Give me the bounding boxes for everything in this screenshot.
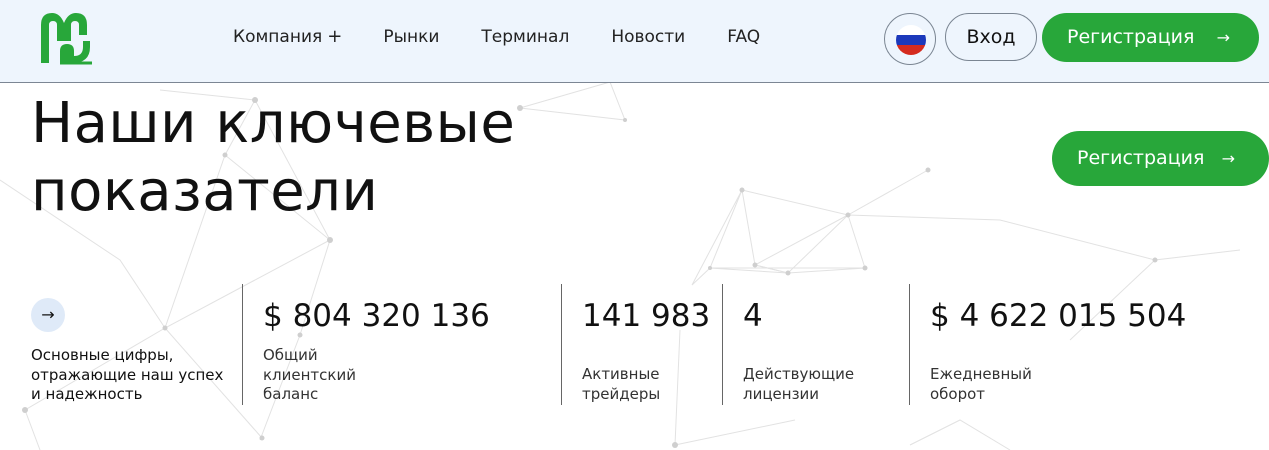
stat-label-client-balance: Общий клиентский баланс (263, 346, 356, 403)
arrow-right-icon: → (1221, 149, 1235, 168)
nav-item-company[interactable]: Компания + (233, 27, 342, 47)
stats-arrow-button[interactable]: → (31, 298, 65, 332)
header-register-label: Регистрация (1067, 26, 1195, 48)
stat-value-daily-turnover: $ 4 622 015 504 (930, 298, 1187, 334)
stat-label-licenses: Действующие лицензии (743, 365, 855, 403)
ru-flag-icon (896, 25, 926, 55)
page-title: Наши ключевые показатели (31, 90, 731, 226)
stat-divider (909, 284, 910, 405)
hero-register-button[interactable]: Регистрация → (1052, 131, 1269, 186)
nav-item-terminal[interactable]: Терминал (481, 27, 569, 47)
stat-label-daily-turnover: Ежедневный оборот (930, 365, 1032, 403)
language-switcher[interactable] (884, 13, 936, 65)
nav-item-faq[interactable]: FAQ (727, 27, 760, 47)
site-header: Компания + Рынки Терминал Новости FAQ Вхо… (0, 0, 1269, 83)
stat-value-active-traders: 141 983 (582, 298, 711, 334)
nav-item-markets[interactable]: Рынки (383, 27, 439, 47)
stat-divider (722, 284, 723, 405)
brand-logo[interactable] (38, 11, 94, 65)
nav-item-company-label: Компания (233, 27, 323, 47)
stat-divider (242, 284, 243, 405)
header-register-button[interactable]: Регистрация → (1042, 13, 1259, 62)
stat-value-client-balance: $ 804 320 136 (263, 298, 490, 334)
plus-icon: + (327, 26, 343, 47)
logo-icon (41, 13, 92, 65)
hero-register-label: Регистрация (1077, 147, 1205, 169)
stats-intro-text: Основные цифры, отражающие наш успех и н… (31, 346, 224, 403)
page-title-line1: Наши ключевые (31, 91, 516, 156)
login-button[interactable]: Вход (945, 13, 1037, 61)
stat-label-active-traders: Активные трейдеры (582, 365, 661, 403)
arrow-right-icon: → (1216, 28, 1230, 47)
main-nav: Компания + Рынки Терминал Новости FAQ (233, 27, 760, 47)
stat-divider (561, 284, 562, 405)
nav-item-news[interactable]: Новости (611, 27, 685, 47)
stat-value-licenses: 4 (743, 298, 763, 334)
page-title-line2: показатели (31, 159, 379, 224)
